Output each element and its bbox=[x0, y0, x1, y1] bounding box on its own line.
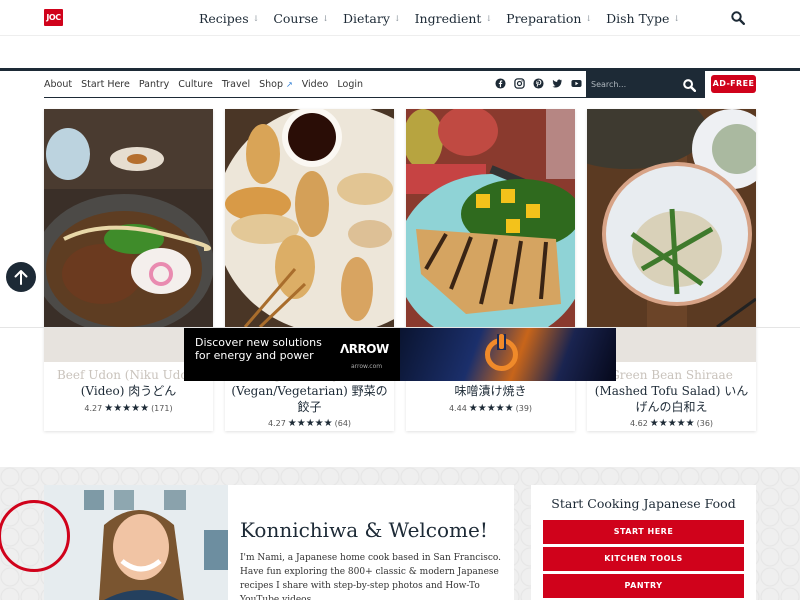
divider bbox=[44, 97, 586, 98]
nav-label: Ingredient bbox=[414, 10, 482, 26]
recipe-photo bbox=[225, 109, 394, 327]
nav-ingredient[interactable]: Ingredient ↓ bbox=[415, 11, 493, 26]
link-video[interactable]: Video bbox=[302, 79, 329, 90]
instagram-icon[interactable] bbox=[514, 78, 525, 89]
star-icons: ★★★★★ bbox=[104, 403, 150, 414]
pinterest-icon[interactable] bbox=[533, 78, 544, 89]
arrow-up-icon bbox=[14, 270, 28, 285]
recipe-rating: 4.44 ★★★★★ (39) bbox=[406, 403, 575, 414]
welcome-title: Konnichiwa & Welcome! bbox=[240, 518, 488, 542]
link-start-here[interactable]: Start Here bbox=[81, 79, 130, 90]
ad-image bbox=[400, 328, 616, 381]
link-shop-label: Shop bbox=[259, 78, 284, 90]
twitter-icon[interactable] bbox=[552, 78, 563, 89]
start-here-button[interactable]: START HERE bbox=[543, 520, 744, 544]
start-cooking-title: Start Cooking Japanese Food bbox=[551, 496, 736, 511]
nav-label: Recipes bbox=[199, 10, 249, 26]
welcome-text: I'm Nami, a Japanese home cook based in … bbox=[240, 553, 502, 600]
recipe-photo bbox=[406, 109, 575, 327]
nav-preparation[interactable]: Preparation ↓ bbox=[506, 11, 592, 26]
back-to-top-button[interactable] bbox=[6, 262, 36, 292]
search-icon[interactable] bbox=[683, 79, 696, 92]
recipe-rating: 4.27 ★★★★★ (171) bbox=[44, 403, 213, 414]
recipe-card[interactable]: Green Bean Shiraae (Mashed Tofu Salad) い… bbox=[587, 109, 756, 431]
top-header: JOC Recipes ↓ Course ↓ Dietary ↓ Ingredient… bbox=[0, 0, 800, 36]
author-photo bbox=[44, 485, 228, 600]
site-logo[interactable]: JOC bbox=[44, 9, 63, 26]
chevron-down-icon: ↓ bbox=[252, 13, 260, 23]
main-nav: Recipes ↓ Course ↓ Dietary ↓ Ingredient ↓ Pr… bbox=[199, 0, 680, 36]
recipe-rating: 4.62 ★★★★★ (36) bbox=[587, 418, 756, 429]
chevron-down-icon: ↓ bbox=[485, 13, 493, 23]
ad-banner[interactable]: Discover new solutions for energy and po… bbox=[184, 328, 616, 381]
nav-course[interactable]: Course ↓ bbox=[273, 11, 329, 26]
recipe-title-line2: (Video) 肉うどん bbox=[80, 384, 177, 398]
decorative-stamp-icon bbox=[0, 500, 70, 572]
recipe-title-line2: (Mashed Tofu Salad) いんげんの白和え bbox=[594, 384, 749, 414]
external-link-icon: ↗ bbox=[286, 79, 293, 89]
link-pantry[interactable]: Pantry bbox=[139, 79, 169, 90]
social-links bbox=[495, 78, 582, 89]
recipe-card[interactable]: Beef Udon (Niku Udon) (Video) 肉うどん 4.27 ★… bbox=[44, 109, 213, 431]
star-icons: ★★★★★ bbox=[287, 418, 333, 429]
chevron-down-icon: ↓ bbox=[393, 13, 401, 23]
secondary-nav: About Start Here Pantry Culture Travel S… bbox=[44, 71, 363, 97]
recipe-title-line1: Green Bean Shiraae bbox=[610, 368, 733, 382]
recipe-title: Green Bean Shiraae (Mashed Tofu Salad) い… bbox=[593, 367, 750, 415]
chevron-down-icon: ↓ bbox=[585, 13, 593, 23]
rating-count: (39) bbox=[515, 404, 533, 413]
ad-headline-line2: for energy and power bbox=[195, 349, 314, 362]
recipe-card[interactable]: Vegetable Gyoza (Vegan/Vegetarian) 野菜の餃子… bbox=[225, 109, 394, 431]
youtube-icon[interactable] bbox=[571, 78, 582, 89]
rating-count: (64) bbox=[334, 419, 352, 428]
nav-dietary[interactable]: Dietary ↓ bbox=[343, 11, 401, 26]
rating-value: 4.27 bbox=[84, 404, 103, 413]
recipe-title-line2: 味噌漬け焼き bbox=[454, 384, 527, 398]
recipe-card[interactable]: Miso Chicken 味噌漬け焼き 4.44★★★★★(39) bbox=[406, 109, 575, 431]
recipe-rating: 4.27 ★★★★★ (64) bbox=[225, 418, 394, 429]
search-icon[interactable] bbox=[731, 11, 745, 25]
kitchen-tools-button[interactable]: KITCHEN TOOLS bbox=[543, 547, 744, 571]
star-icons: ★★★★★ bbox=[468, 403, 514, 414]
site-search bbox=[586, 71, 705, 98]
recipe-photo bbox=[587, 109, 756, 327]
pantry-button[interactable]: PANTRY bbox=[543, 574, 744, 598]
rating-value: 4.27 bbox=[267, 419, 286, 428]
ad-url: arrow.com bbox=[351, 363, 383, 370]
nav-recipes[interactable]: Recipes ↓ bbox=[199, 11, 259, 26]
facebook-icon[interactable] bbox=[495, 78, 506, 89]
chevron-down-icon: ↓ bbox=[322, 13, 329, 23]
link-travel[interactable]: Travel bbox=[222, 79, 250, 90]
star-icons: ★★★★★ bbox=[649, 418, 695, 429]
rating-count: (171) bbox=[151, 404, 173, 413]
ad-headline-line1: Discover new solutions bbox=[195, 336, 322, 349]
nav-label: Dietary bbox=[342, 10, 390, 26]
chevron-down-icon: ↓ bbox=[673, 13, 681, 23]
rating-value: 4.44 bbox=[448, 404, 467, 413]
nav-label: Preparation bbox=[506, 10, 582, 26]
link-about[interactable]: About bbox=[44, 79, 72, 90]
link-culture[interactable]: Culture bbox=[178, 79, 213, 90]
recipe-photo bbox=[44, 109, 213, 327]
ad-brand-logo: ΛRROW bbox=[340, 342, 389, 356]
rating-count: (36) bbox=[696, 419, 714, 428]
nav-label: Course bbox=[273, 10, 319, 26]
ad-free-button[interactable]: AD-FREE bbox=[711, 75, 756, 93]
ad-headline: Discover new solutions for energy and po… bbox=[195, 336, 322, 362]
nav-dish-type[interactable]: Dish Type ↓ bbox=[606, 11, 680, 26]
link-login[interactable]: Login bbox=[337, 79, 363, 90]
power-icon-bar bbox=[499, 334, 504, 349]
nav-label: Dish Type bbox=[606, 10, 670, 26]
search-input[interactable] bbox=[591, 76, 676, 93]
rating-value: 4.62 bbox=[629, 419, 648, 428]
link-shop[interactable]: Shop ↗ bbox=[259, 79, 293, 90]
recipe-title-line2: (Vegan/Vegetarian) 野菜の餃子 bbox=[231, 384, 388, 414]
